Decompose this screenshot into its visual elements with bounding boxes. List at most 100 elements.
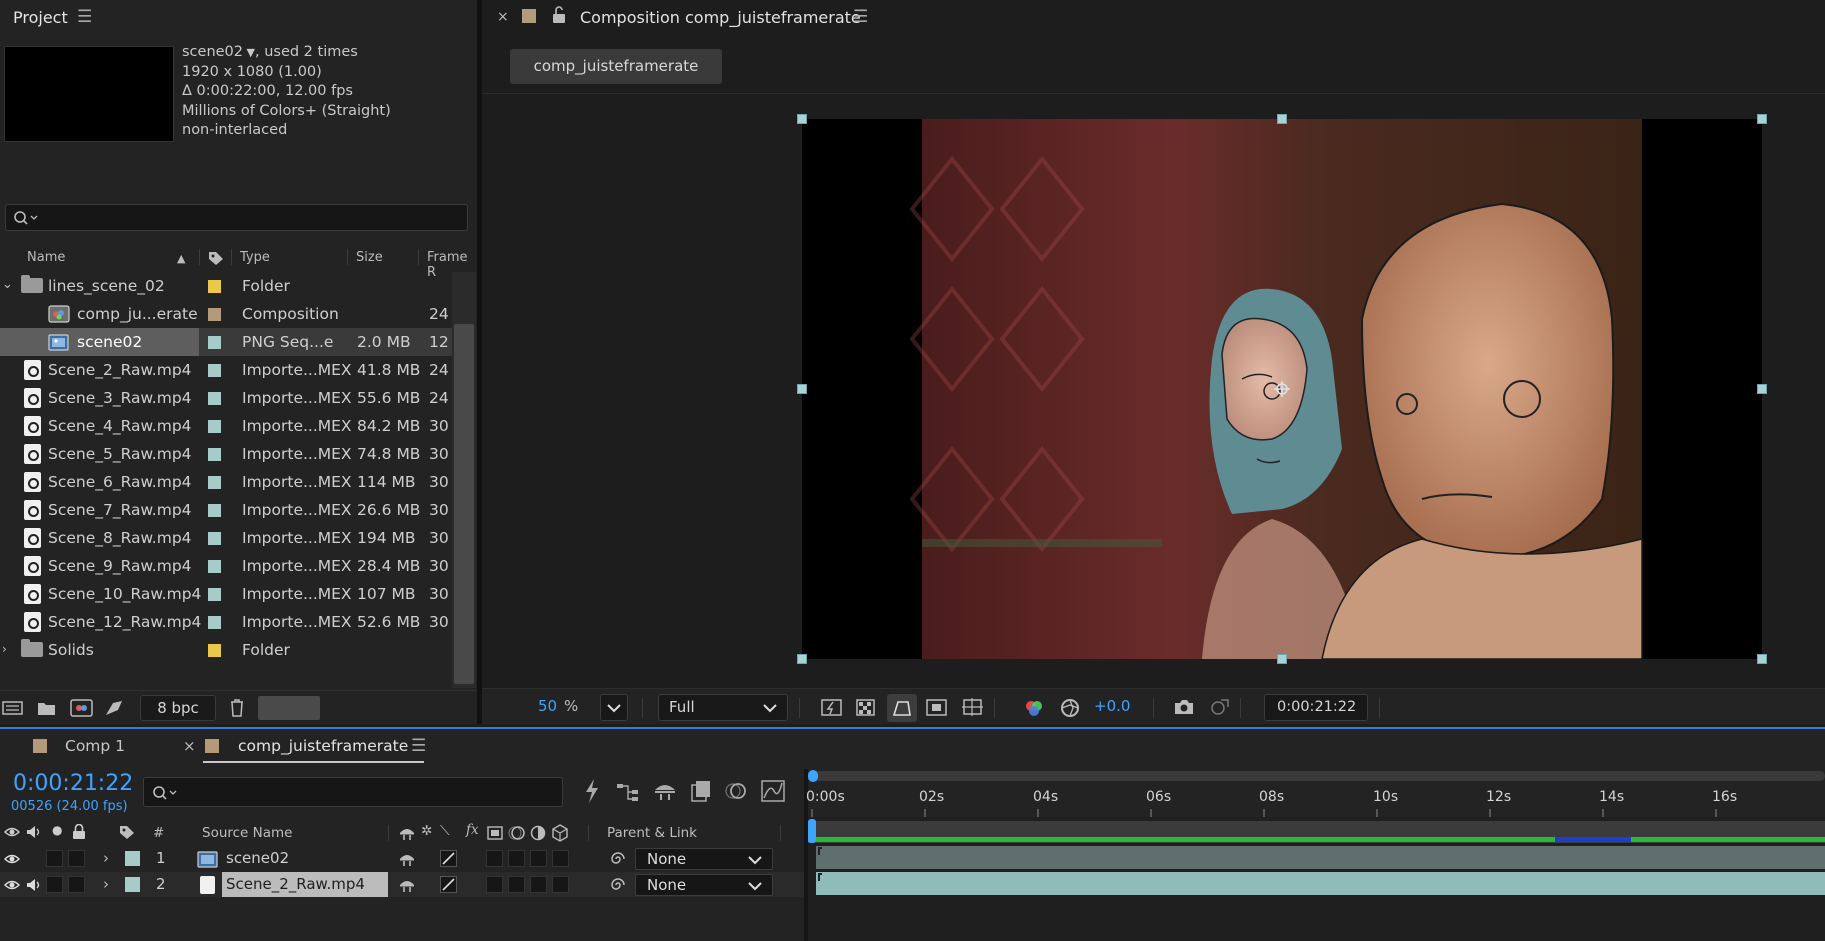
show-snapshot-icon[interactable] [1209, 697, 1231, 717]
list-item[interactable]: Scene_2_Raw.mp4 Importe...MEX 41.8 MB 24 [0, 356, 452, 384]
layer-bar-1[interactable] [816, 846, 1825, 869]
motion-blur-toggle[interactable] [530, 876, 547, 893]
transform-handle[interactable] [797, 654, 807, 664]
new-folder-icon[interactable] [36, 699, 58, 717]
label-swatch[interactable] [208, 364, 221, 377]
column-parent-link[interactable]: Parent & Link [607, 825, 697, 841]
exposure-value[interactable]: +0.0 [1094, 697, 1130, 719]
composition-tab-title[interactable]: Composition comp_juisteframerate [580, 8, 861, 27]
quality-toggle[interactable] [440, 876, 457, 893]
new-composition-icon[interactable] [70, 698, 94, 718]
sort-ascending-icon[interactable]: ▲ [177, 252, 185, 265]
list-item[interactable]: Scene_9_Raw.mp4 Importe...MEX 28.4 MB 30 [0, 552, 452, 580]
label-swatch[interactable] [208, 420, 221, 433]
current-time-display[interactable]: 0:00:21:22 [1264, 694, 1368, 721]
lock-icon[interactable] [72, 824, 86, 840]
motion-blur-switch-icon[interactable] [508, 825, 526, 841]
footage-dropdown-icon[interactable]: ▼ [243, 46, 255, 59]
comp-navigator-tab[interactable]: comp_juisteframerate [510, 49, 722, 84]
label-swatch[interactable] [208, 476, 221, 489]
time-ruler[interactable]: 0:00s 02s 04s 06s 08s 10s 12s 14s 16s [806, 769, 1825, 817]
transform-handle[interactable] [1757, 384, 1767, 394]
composition-menu-icon[interactable]: ☰ [853, 7, 868, 27]
video-visibility-icon[interactable] [4, 825, 20, 839]
trash-icon[interactable] [228, 697, 246, 719]
transform-handle[interactable] [1757, 114, 1767, 124]
solo-toggle[interactable] [46, 876, 63, 893]
project-scrollbar[interactable] [452, 272, 476, 688]
current-time[interactable]: 0:00:21:22 [13, 771, 133, 796]
list-item[interactable]: Scene_5_Raw.mp4 Importe...MEX 74.8 MB 30 [0, 440, 452, 468]
list-item[interactable]: Scene_3_Raw.mp4 Importe...MEX 55.6 MB 24 [0, 384, 452, 412]
collapse-transform-icon[interactable]: ✲ [421, 823, 432, 839]
tab-comp-juisteframerate[interactable]: comp_juisteframerate [238, 737, 408, 755]
shy-layers-icon[interactable] [653, 780, 677, 802]
list-item[interactable]: ⌄ lines_scene_02 Folder [0, 272, 471, 300]
transform-handle[interactable] [1757, 654, 1767, 664]
audio-icon[interactable] [26, 825, 42, 839]
comp-flowchart-icon[interactable] [616, 781, 642, 803]
timeline-menu-icon[interactable]: ☰ [411, 736, 426, 756]
color-management-icon[interactable] [1059, 697, 1081, 719]
layer-row[interactable]: › 2 Scene_2_Raw.mp4 None [0, 872, 808, 897]
label-swatch[interactable] [208, 588, 221, 601]
expand-chevron-right-icon[interactable]: › [103, 875, 109, 893]
frame-blend-toggle[interactable] [508, 876, 525, 893]
snapshot-camera-icon[interactable] [1173, 698, 1195, 716]
lock-toggle[interactable] [68, 850, 85, 867]
mask-path-visibility-button[interactable] [887, 694, 917, 722]
zoom-dropdown[interactable] [600, 694, 628, 721]
list-item[interactable]: Scene_8_Raw.mp4 Importe...MEX 194 MB 30 [0, 524, 452, 552]
label-swatch[interactable] [208, 280, 221, 293]
frame-blend-switch-icon[interactable] [486, 825, 504, 841]
label-swatch[interactable] [208, 336, 221, 349]
expand-chevron-right-icon[interactable]: › [103, 849, 109, 867]
effects-toggle[interactable] [486, 876, 503, 893]
label-column-icon[interactable] [207, 250, 225, 266]
shy-switch-icon[interactable] [398, 825, 416, 841]
navigator-start-handle[interactable] [808, 770, 818, 782]
transform-handle[interactable] [1277, 654, 1287, 664]
layer-name[interactable]: scene02 [226, 849, 289, 867]
label-swatch[interactable] [208, 308, 221, 321]
unlock-icon[interactable] [552, 6, 566, 24]
transparency-grid-icon[interactable] [856, 698, 876, 718]
project-search-input[interactable] [5, 204, 468, 231]
thumbnail-transparency-swatch[interactable] [258, 696, 320, 720]
solo-toggle[interactable] [46, 850, 63, 867]
column-type[interactable]: Type [240, 250, 270, 265]
color-depth-button[interactable]: 8 bpc [140, 695, 216, 721]
list-item[interactable]: Scene_4_Raw.mp4 Importe...MEX 84.2 MB 30 [0, 412, 452, 440]
expand-chevron-icon[interactable]: ⌄ [2, 277, 13, 292]
layer-row[interactable]: › 1 scene02 None [0, 846, 808, 871]
list-item[interactable]: scene02 PNG Seq...e 2.0 MB 12 [0, 328, 452, 356]
frame-blending-icon[interactable] [690, 779, 712, 803]
layer-name[interactable]: Scene_2_Raw.mp4 [226, 875, 365, 893]
label-swatch[interactable] [208, 392, 221, 405]
work-area-start-handle[interactable] [808, 819, 816, 843]
tab-comp-1[interactable]: Comp 1 [65, 737, 125, 755]
comp-canvas[interactable] [797, 114, 1767, 664]
list-item[interactable]: Scene_6_Raw.mp4 Importe...MEX 114 MB 30 [0, 468, 452, 496]
motion-blur-toggle[interactable] [530, 850, 547, 867]
3d-toggle[interactable] [552, 850, 569, 867]
list-item[interactable]: comp_ju...erate Composition 24 [0, 300, 452, 328]
shy-switch-icon[interactable] [398, 877, 416, 893]
close-tab-icon[interactable]: × [497, 9, 509, 25]
expand-chevron-right-icon[interactable]: › [2, 642, 7, 656]
project-menu-icon[interactable]: ☰ [77, 7, 92, 27]
channel-rgb-icon[interactable] [1023, 697, 1045, 719]
zoom-value[interactable]: 50 [538, 697, 557, 719]
parent-dropdown[interactable]: None [635, 848, 773, 870]
pick-whip-icon[interactable] [609, 876, 627, 894]
quality-icon[interactable]: ⟍ [440, 823, 449, 839]
timeline-search-input[interactable] [143, 777, 563, 807]
lock-toggle[interactable] [68, 876, 85, 893]
project-settings-icon[interactable] [103, 698, 125, 718]
list-item[interactable]: Scene_10_Raw.mp4 Importe...MEX 107 MB 30 [0, 580, 452, 608]
label-swatch[interactable] [208, 532, 221, 545]
layer-bar-2[interactable] [816, 872, 1825, 895]
frame-blend-toggle[interactable] [508, 850, 525, 867]
label-swatch[interactable] [208, 448, 221, 461]
list-item[interactable]: Scene_7_Raw.mp4 Importe...MEX 26.6 MB 30 [0, 496, 452, 524]
